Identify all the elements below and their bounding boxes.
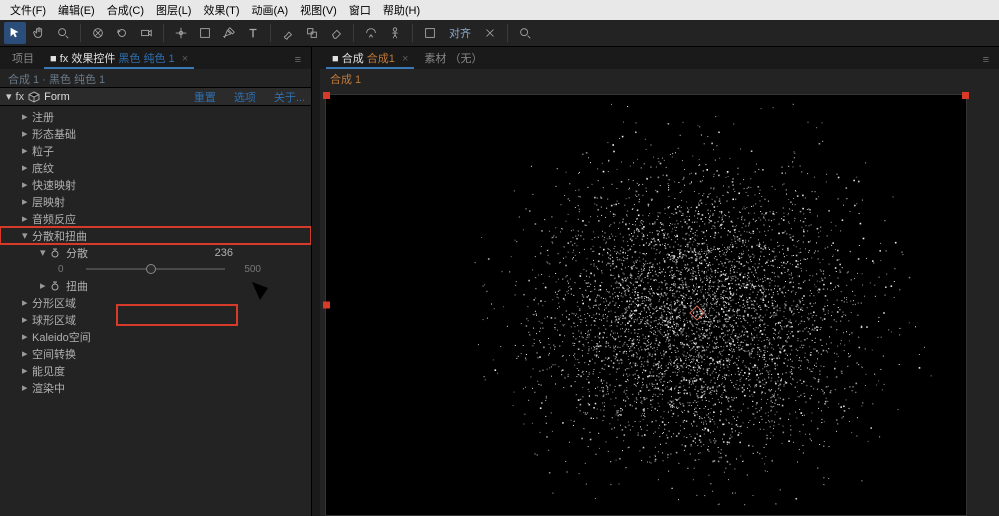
effect-about-link[interactable]: 关于... — [274, 89, 305, 105]
left-tabs: 项目 ■ fx 效果控件 黑色 纯色 1 × ≡ — [0, 47, 311, 69]
stopwatch-icon[interactable] — [50, 248, 60, 258]
brush-tool[interactable] — [277, 22, 299, 44]
clone-tool[interactable] — [301, 22, 323, 44]
search-tool[interactable] — [514, 22, 536, 44]
effect-reset-link[interactable]: 重置 — [194, 89, 216, 105]
snapping-icon[interactable] — [479, 22, 501, 44]
effect-name: Form — [44, 91, 70, 103]
panel-menu[interactable]: ≡ — [289, 51, 307, 69]
tree-row[interactable]: ▸形态基础 — [0, 125, 311, 142]
tab-composition[interactable]: ■ 合成 合成1 × — [324, 47, 416, 69]
composition-panel: ■ 合成 合成1 × 素材 （无） ≡ 合成 1 — [320, 47, 999, 516]
tab-effect-controls-label: 效果控件 — [71, 53, 115, 65]
layer-handle[interactable] — [323, 92, 330, 99]
slider-max: 500 — [233, 264, 261, 275]
tree-row[interactable]: ▸粒子 — [0, 142, 311, 159]
close-icon[interactable]: × — [402, 53, 408, 65]
menu-file[interactable]: 文件(F) — [4, 2, 52, 18]
tree-row[interactable]: ▸能见度 — [0, 362, 311, 379]
tree-row-twist[interactable]: ▸ 扭曲 — [0, 277, 311, 294]
tab-effect-controls[interactable]: ■ fx 效果控件 黑色 纯色 1 × — [42, 47, 196, 69]
shape-tool[interactable] — [194, 22, 216, 44]
slider-min: 0 — [58, 264, 78, 275]
effect-header[interactable]: ▾ fx Form 重置 选项 关于... — [0, 87, 311, 106]
menu-window[interactable]: 窗口 — [343, 2, 377, 18]
tab-composition-name: 合成1 — [367, 53, 395, 65]
tree-row[interactable]: ▸注册 — [0, 108, 311, 125]
menu-effect[interactable]: 效果(T) — [197, 2, 245, 18]
tree-row[interactable]: ▸球形区域 — [0, 311, 311, 328]
roto-tool[interactable] — [360, 22, 382, 44]
lock-icon: ■ — [50, 53, 60, 65]
breadcrumb: 合成 1 · 黑色 纯色 1 — [0, 69, 311, 87]
disperse-value[interactable]: 236 — [215, 247, 233, 259]
twirl-icon[interactable]: ▾ — [6, 90, 12, 103]
separator — [80, 24, 81, 42]
effect-options-link[interactable]: 选项 — [234, 89, 256, 105]
tree-row[interactable]: ▸分形区域 — [0, 294, 311, 311]
tree-row[interactable]: ▸渲染中 — [0, 379, 311, 396]
panel-divider[interactable] — [312, 47, 320, 516]
eraser-tool[interactable] — [325, 22, 347, 44]
menu-bar: 文件(F) 编辑(E) 合成(C) 图层(L) 效果(T) 动画(A) 视图(V… — [0, 0, 999, 20]
tree-row[interactable]: ▸层映射 — [0, 193, 311, 210]
disperse-slider[interactable] — [86, 268, 225, 270]
tree-row-disperse-twist[interactable]: ▾分散和扭曲 — [0, 227, 311, 244]
align-label[interactable]: 对齐 — [443, 25, 477, 41]
tree-row[interactable]: ▸快速映射 — [0, 176, 311, 193]
particle-preview — [326, 95, 966, 515]
right-tabs: ■ 合成 合成1 × 素材 （无） ≡ — [320, 47, 999, 69]
fx-icon: fx — [60, 53, 72, 65]
menu-view[interactable]: 视图(V) — [294, 2, 343, 18]
zoom-tool[interactable] — [52, 22, 74, 44]
pen-tool[interactable] — [218, 22, 240, 44]
rotate-tool[interactable] — [111, 22, 133, 44]
tab-footage-none[interactable]: 素材 （无） — [416, 47, 490, 69]
stopwatch-icon[interactable] — [50, 281, 60, 291]
separator — [507, 24, 508, 42]
tree-row[interactable]: ▸底纹 — [0, 159, 311, 176]
slider-handle[interactable] — [146, 264, 156, 274]
fx-toggle-icon[interactable]: fx — [16, 91, 25, 103]
cube-icon — [28, 91, 40, 103]
effect-properties-tree: ▸注册 ▸形态基础 ▸粒子 ▸底纹 ▸快速映射 ▸层映射 ▸音频反应 ▾分散和扭… — [0, 106, 311, 516]
snap-toggle[interactable] — [419, 22, 441, 44]
tree-row[interactable]: ▸空间转换 — [0, 345, 311, 362]
close-icon[interactable]: × — [182, 53, 188, 65]
panel-menu[interactable]: ≡ — [977, 51, 995, 69]
puppet-tool[interactable] — [384, 22, 406, 44]
disperse-slider-row: 0 500 — [0, 261, 311, 277]
tab-project[interactable]: 项目 — [4, 47, 42, 69]
composition-breadcrumb: 合成 1 — [320, 69, 999, 89]
menu-help[interactable]: 帮助(H) — [377, 2, 426, 18]
tree-row[interactable]: ▸音频反应 — [0, 210, 311, 227]
tree-row[interactable]: ▸Kaleido空间 — [0, 328, 311, 345]
toolbar: 对齐 — [0, 20, 999, 47]
effect-controls-panel: 项目 ■ fx 效果控件 黑色 纯色 1 × ≡ 合成 1 · 黑色 纯色 1 … — [0, 47, 312, 516]
separator — [412, 24, 413, 42]
separator — [163, 24, 164, 42]
tab-composition-label: 合成 — [342, 53, 364, 65]
hand-tool[interactable] — [28, 22, 50, 44]
composition-viewport[interactable] — [326, 95, 966, 515]
orbit-tool[interactable] — [87, 22, 109, 44]
selection-tool[interactable] — [4, 22, 26, 44]
menu-composition[interactable]: 合成(C) — [101, 2, 150, 18]
text-tool[interactable] — [242, 22, 264, 44]
camera-tool[interactable] — [135, 22, 157, 44]
separator — [353, 24, 354, 42]
layer-handle[interactable] — [962, 92, 969, 99]
pan-behind-tool[interactable] — [170, 22, 192, 44]
layer-handle[interactable] — [323, 302, 330, 309]
comp-name-link[interactable]: 合成 1 — [330, 71, 361, 87]
lock-icon: ■ — [332, 53, 342, 65]
separator — [270, 24, 271, 42]
tree-row-disperse[interactable]: ▾ 分散 236 — [0, 244, 311, 261]
menu-layer[interactable]: 图层(L) — [150, 2, 197, 18]
menu-animation[interactable]: 动画(A) — [246, 2, 295, 18]
menu-edit[interactable]: 编辑(E) — [52, 2, 101, 18]
tab-effect-controls-item: 黑色 纯色 1 — [118, 53, 174, 65]
